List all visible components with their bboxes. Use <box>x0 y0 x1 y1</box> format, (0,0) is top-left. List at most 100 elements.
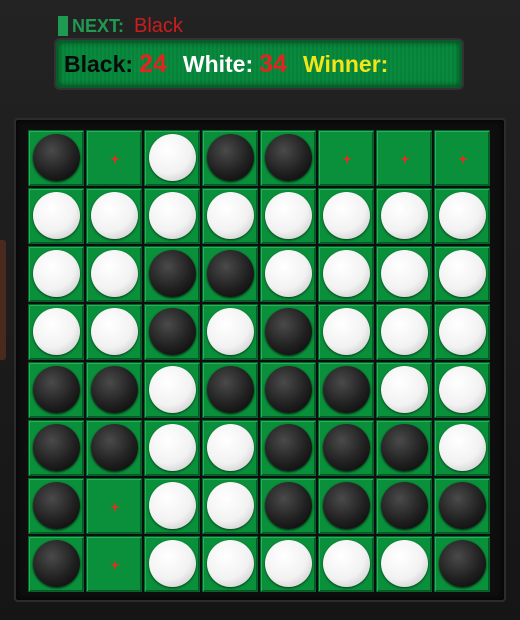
black-disc-icon <box>33 424 80 471</box>
white-disc-icon <box>91 192 138 239</box>
board-cell-r2-c6[interactable] <box>318 188 374 244</box>
white-disc-icon <box>381 308 428 355</box>
board-cell-r7-c4[interactable] <box>202 478 258 534</box>
black-disc-icon <box>323 366 370 413</box>
board-cell-r7-c2[interactable]: + <box>86 478 142 534</box>
board-cell-r1-c7[interactable]: + <box>376 130 432 186</box>
board-cell-r1-c2[interactable]: + <box>86 130 142 186</box>
white-disc-icon <box>323 192 370 239</box>
board-cell-r2-c2[interactable] <box>86 188 142 244</box>
board-cell-r8-c7[interactable] <box>376 536 432 592</box>
black-disc-icon <box>265 482 312 529</box>
board-cell-r3-c3[interactable] <box>144 246 200 302</box>
board-cell-r5-c3[interactable] <box>144 362 200 418</box>
board-cell-r8-c5[interactable] <box>260 536 316 592</box>
board-cell-r5-c5[interactable] <box>260 362 316 418</box>
board-cell-r7-c5[interactable] <box>260 478 316 534</box>
white-disc-icon <box>265 250 312 297</box>
board-cell-r1-c1[interactable] <box>28 130 84 186</box>
black-disc-icon <box>381 424 428 471</box>
board-cell-r3-c7[interactable] <box>376 246 432 302</box>
board-cell-r2-c8[interactable] <box>434 188 490 244</box>
valid-move-marker-icon: + <box>458 150 468 168</box>
board-cell-r8-c3[interactable] <box>144 536 200 592</box>
board-cell-r4-c5[interactable] <box>260 304 316 360</box>
board-cell-r8-c4[interactable] <box>202 536 258 592</box>
white-disc-icon <box>149 424 196 471</box>
board-cell-r2-c7[interactable] <box>376 188 432 244</box>
board-cell-r4-c2[interactable] <box>86 304 142 360</box>
white-disc-icon <box>33 192 80 239</box>
board-cell-r1-c8[interactable]: + <box>434 130 490 186</box>
board-cell-r7-c1[interactable] <box>28 478 84 534</box>
board-cell-r6-c8[interactable] <box>434 420 490 476</box>
white-disc-icon <box>207 540 254 587</box>
next-player-value: Black <box>134 14 183 37</box>
board-cell-r6-c5[interactable] <box>260 420 316 476</box>
white-disc-icon <box>323 540 370 587</box>
white-score-count: 34 <box>259 49 287 78</box>
black-disc-icon <box>207 134 254 181</box>
board-cell-r6-c6[interactable] <box>318 420 374 476</box>
board-cell-r4-c6[interactable] <box>318 304 374 360</box>
board-cell-r6-c7[interactable] <box>376 420 432 476</box>
white-disc-icon <box>381 192 428 239</box>
white-disc-icon <box>265 540 312 587</box>
board-cell-r1-c5[interactable] <box>260 130 316 186</box>
white-disc-icon <box>323 250 370 297</box>
board-cell-r7-c7[interactable] <box>376 478 432 534</box>
board-cell-r3-c5[interactable] <box>260 246 316 302</box>
white-disc-icon <box>439 424 486 471</box>
black-disc-icon <box>149 250 196 297</box>
board-cell-r5-c6[interactable] <box>318 362 374 418</box>
board-cell-r3-c1[interactable] <box>28 246 84 302</box>
board-cell-r3-c2[interactable] <box>86 246 142 302</box>
next-label: NEXT: <box>72 15 125 36</box>
board-cell-r2-c3[interactable] <box>144 188 200 244</box>
black-disc-icon <box>33 366 80 413</box>
board-cell-r1-c3[interactable] <box>144 130 200 186</box>
board-cell-r2-c1[interactable] <box>28 188 84 244</box>
board-cell-r7-c3[interactable] <box>144 478 200 534</box>
white-disc-icon <box>381 366 428 413</box>
board-frame: + + + + + + <box>14 118 506 602</box>
board-cell-r6-c2[interactable] <box>86 420 142 476</box>
board-cell-r5-c2[interactable] <box>86 362 142 418</box>
board-cell-r8-c8[interactable] <box>434 536 490 592</box>
board-cell-r5-c8[interactable] <box>434 362 490 418</box>
board-cell-r3-c4[interactable] <box>202 246 258 302</box>
board-cell-r4-c1[interactable] <box>28 304 84 360</box>
board-cell-r7-c8[interactable] <box>434 478 490 534</box>
board-cell-r3-c6[interactable] <box>318 246 374 302</box>
black-disc-icon <box>91 424 138 471</box>
board-cell-r8-c1[interactable] <box>28 536 84 592</box>
white-disc-icon <box>439 308 486 355</box>
black-disc-icon <box>33 540 80 587</box>
board-cell-r1-c4[interactable] <box>202 130 258 186</box>
white-disc-icon <box>149 366 196 413</box>
board-cell-r8-c2[interactable]: + <box>86 536 142 592</box>
black-disc-icon <box>149 308 196 355</box>
board-cell-r4-c3[interactable] <box>144 304 200 360</box>
black-disc-icon <box>207 366 254 413</box>
black-disc-icon <box>33 134 80 181</box>
board-cell-r3-c8[interactable] <box>434 246 490 302</box>
board-cell-r4-c7[interactable] <box>376 304 432 360</box>
board-cell-r4-c4[interactable] <box>202 304 258 360</box>
board-cell-r7-c6[interactable] <box>318 478 374 534</box>
valid-move-marker-icon: + <box>400 150 410 168</box>
board-cell-r8-c6[interactable] <box>318 536 374 592</box>
board-cell-r5-c4[interactable] <box>202 362 258 418</box>
board-cell-r6-c1[interactable] <box>28 420 84 476</box>
board-cell-r2-c5[interactable] <box>260 188 316 244</box>
black-disc-icon <box>265 366 312 413</box>
board-cell-r5-c1[interactable] <box>28 362 84 418</box>
board-cell-r2-c4[interactable] <box>202 188 258 244</box>
board-cell-r6-c3[interactable] <box>144 420 200 476</box>
board-cell-r1-c6[interactable]: + <box>318 130 374 186</box>
black-disc-icon <box>265 308 312 355</box>
board-cell-r4-c8[interactable] <box>434 304 490 360</box>
board-cell-r6-c4[interactable] <box>202 420 258 476</box>
board-cell-r5-c7[interactable] <box>376 362 432 418</box>
white-disc-icon <box>381 540 428 587</box>
